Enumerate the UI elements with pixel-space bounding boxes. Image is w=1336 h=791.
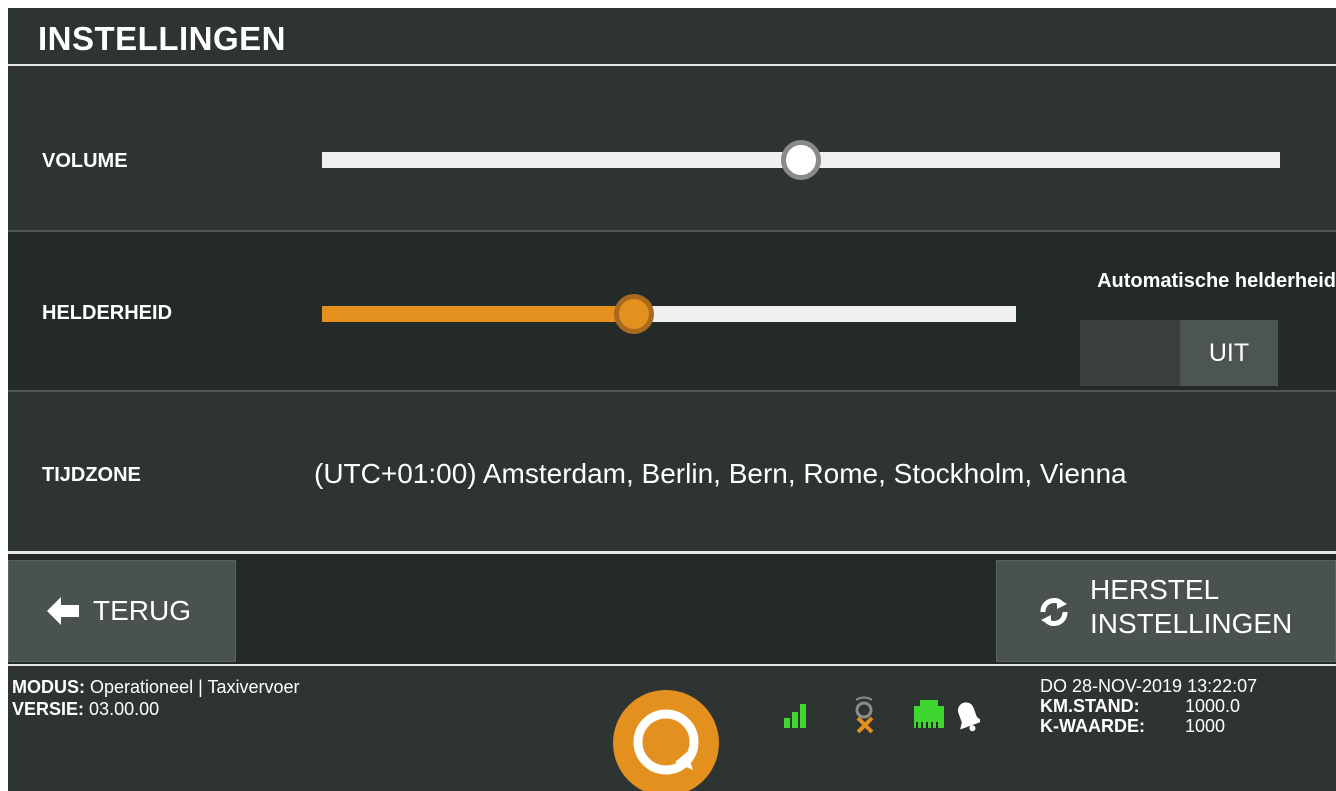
status-right: DO 28-NOV-2019 13:22:07 KM.STAND: 1000.0… <box>1040 676 1257 736</box>
back-button-label: TERUG <box>93 595 191 626</box>
status-left: MODUS: Operationeel | Taxivervoer VERSIE… <box>12 676 299 720</box>
signal-bars-icon <box>784 704 806 728</box>
volume-slider-knob[interactable] <box>781 140 821 180</box>
brightness-slider-fill <box>322 306 635 322</box>
auto-brightness-state: UIT <box>1180 320 1278 386</box>
km-value: 1000.0 <box>1185 696 1241 716</box>
timezone-label: TIJDZONE <box>42 464 141 486</box>
arrow-left-icon <box>47 597 79 630</box>
datetime: DO 28-NOV-2019 13:22:07 <box>1040 676 1258 696</box>
refresh-icon <box>1037 597 1071 632</box>
brightness-slider[interactable] <box>322 294 1016 334</box>
timezone-value[interactable]: (UTC+01:00) Amsterdam, Berlin, Bern, Rom… <box>314 458 1127 490</box>
brightness-row: HELDERHEID Automatische helderheid UIT <box>8 230 1336 392</box>
version-label: VERSIE: <box>12 699 85 719</box>
q-logo <box>613 690 719 791</box>
mode-value: Operationeel | Taxivervoer <box>90 677 300 697</box>
volume-slider[interactable] <box>322 140 1280 180</box>
k-label: K-WAARDE: <box>1040 716 1145 736</box>
status-bar: MODUS: Operationeel | Taxivervoer VERSIE… <box>8 666 1336 791</box>
reset-button-label-line1: HERSTEL <box>1090 574 1220 605</box>
back-button[interactable]: TERUG <box>8 560 236 662</box>
k-value: 1000 <box>1185 716 1226 736</box>
header: INSTELLINGEN <box>8 8 1336 66</box>
brightness-label: HELDERHEID <box>42 302 173 324</box>
auto-brightness-toggle[interactable]: UIT <box>1080 320 1278 386</box>
button-bar: TERUG HERSTEL INSTELLINGEN <box>8 554 1336 666</box>
network-icon <box>914 700 944 728</box>
mode-label: MODUS: <box>12 677 85 697</box>
settings-screen: INSTELLINGEN VOLUME HELDERHEID Automatis… <box>8 8 1336 791</box>
volume-row: VOLUME <box>8 66 1336 230</box>
auto-brightness-label: Automatische helderheid <box>1097 270 1336 292</box>
reset-button-label: HERSTEL INSTELLINGEN <box>1090 573 1292 641</box>
version-value: 03.00.00 <box>89 699 160 719</box>
reset-settings-button[interactable]: HERSTEL INSTELLINGEN <box>996 560 1336 662</box>
status-icons <box>780 696 983 741</box>
km-label: KM.STAND: <box>1040 696 1140 716</box>
gps-error-icon <box>855 696 874 734</box>
bell-icon <box>957 702 983 732</box>
page-title: INSTELLINGEN <box>38 20 287 57</box>
volume-label: VOLUME <box>42 150 128 172</box>
brightness-slider-knob[interactable] <box>614 294 655 334</box>
timezone-row[interactable]: TIJDZONE (UTC+01:00) Amsterdam, Berlin, … <box>8 392 1336 554</box>
reset-button-label-line2: INSTELLINGEN <box>1090 608 1293 639</box>
